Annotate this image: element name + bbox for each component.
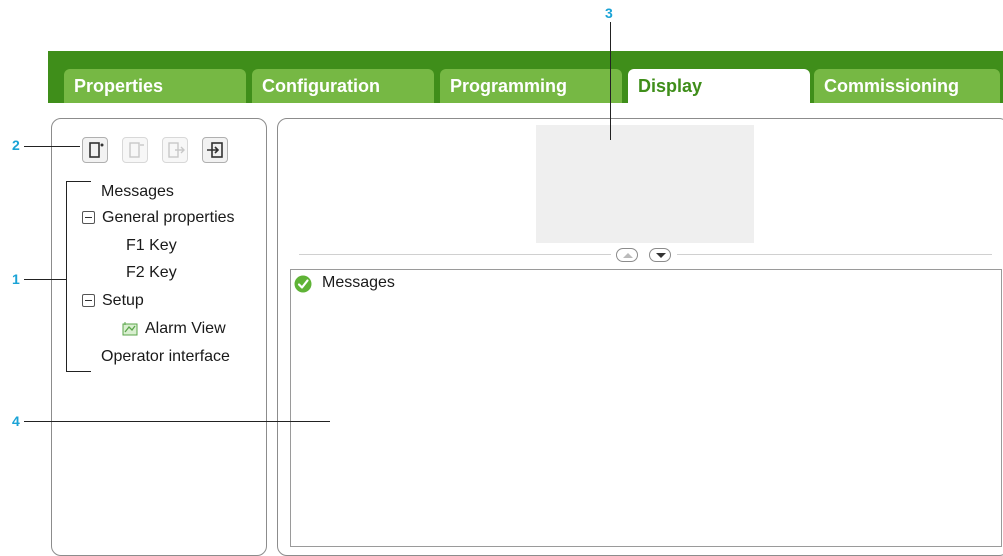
callout-bracket-1-top — [66, 181, 91, 182]
tab-properties[interactable]: Properties — [64, 69, 246, 103]
export-icon — [168, 142, 185, 158]
callout-line-2 — [24, 146, 80, 147]
splitter-line-right — [677, 254, 992, 255]
callout-line-1 — [24, 279, 66, 280]
callout-label-4: 4 — [12, 413, 20, 429]
triangle-up-icon — [623, 253, 633, 258]
tree-item-setup[interactable]: Setup — [102, 291, 144, 311]
callout-label-2: 2 — [12, 137, 20, 153]
import-icon — [207, 142, 223, 158]
triangle-down-icon — [656, 253, 666, 258]
tab-commissioning[interactable]: Commissioning — [814, 69, 1000, 103]
alarm-view-icon — [122, 322, 138, 336]
callout-bracket-1 — [66, 181, 67, 372]
add-screen-icon — [89, 142, 104, 158]
tab-display[interactable]: Display — [628, 69, 810, 103]
import-button[interactable] — [202, 137, 228, 163]
export-button[interactable] — [162, 137, 188, 163]
callout-line-3 — [610, 22, 611, 140]
tab-programming[interactable]: Programming — [440, 69, 622, 103]
scroll-up-button[interactable] — [616, 248, 638, 262]
remove-screen-icon — [129, 142, 144, 158]
messages-title: Messages — [322, 274, 395, 291]
messages-area — [290, 269, 1002, 547]
tree-item-general-properties[interactable]: General properties — [102, 208, 235, 228]
scroll-down-button[interactable] — [649, 248, 671, 262]
tree-item-messages[interactable]: Messages — [101, 182, 174, 202]
collapse-general-properties-icon[interactable] — [82, 211, 95, 224]
tree-item-f2-key[interactable]: F2 Key — [126, 263, 177, 283]
tab-configuration[interactable]: Configuration — [252, 69, 434, 103]
tree-item-operator-interface[interactable]: Operator interface — [101, 347, 230, 367]
collapse-setup-icon[interactable] — [82, 294, 95, 307]
tree-item-f1-key[interactable]: F1 Key — [126, 236, 177, 256]
check-icon — [294, 275, 312, 293]
callout-line-4 — [24, 421, 330, 422]
tree-item-alarm-view[interactable]: Alarm View — [145, 319, 226, 339]
callout-bracket-1-bottom — [66, 371, 91, 372]
callout-label-1: 1 — [12, 271, 20, 287]
add-screen-button[interactable] — [82, 137, 108, 163]
splitter-line-left — [299, 254, 611, 255]
screen-preview — [536, 125, 754, 243]
remove-screen-button[interactable] — [122, 137, 148, 163]
callout-label-3: 3 — [605, 5, 613, 21]
